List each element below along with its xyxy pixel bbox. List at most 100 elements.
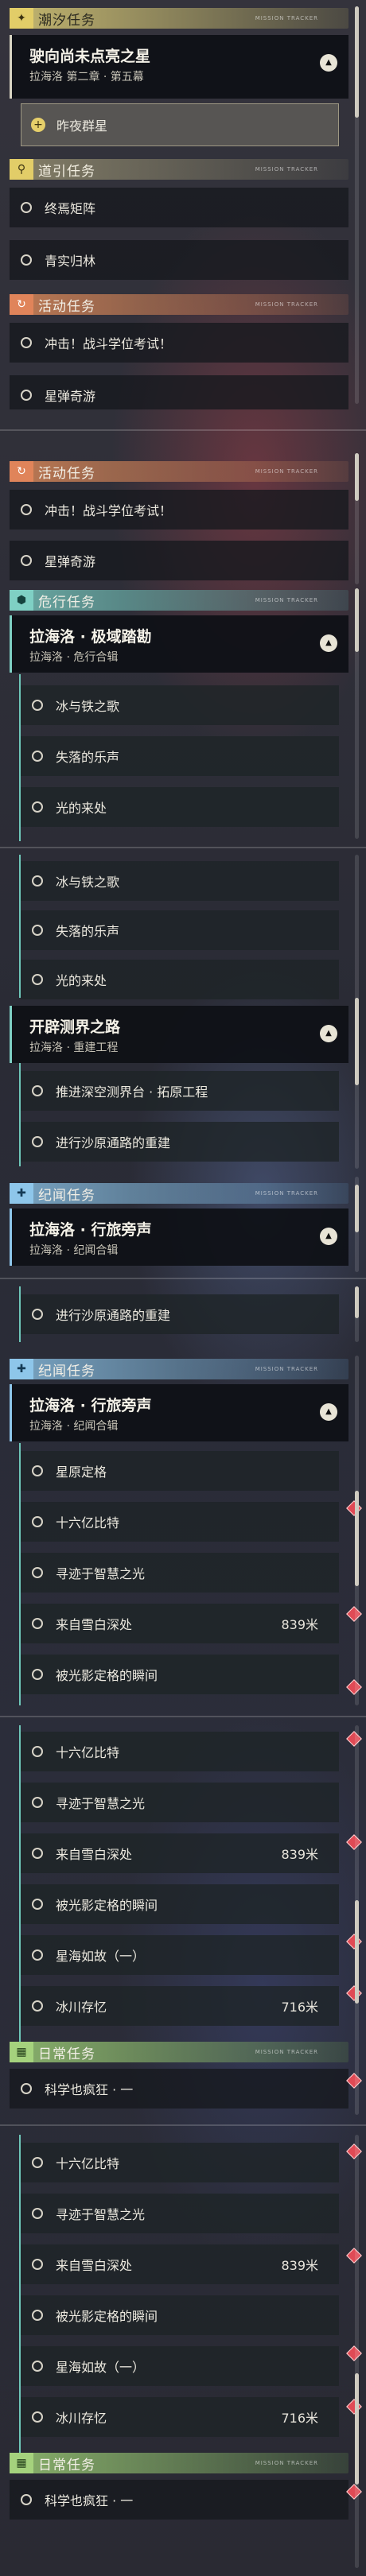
- list-item-kexue[interactable]: 科学也疯狂 · 一: [10, 2069, 348, 2109]
- list-item-shiliu[interactable]: 十六亿比特: [21, 1502, 339, 1542]
- list-item-bingtie[interactable]: 冰与铁之歌: [21, 685, 339, 725]
- card-kaipi[interactable]: 开辟测界之路 拉海洛 · 重建工程 ▲: [10, 1006, 348, 1063]
- list-item-qingshi[interactable]: 青实归林: [10, 240, 348, 280]
- header-daoyin[interactable]: ⚲ 道引任务 MISSION TRACKER: [10, 159, 348, 180]
- list-item-xunji[interactable]: 寻迹于智慧之光: [21, 1783, 339, 1822]
- list-item-xingdan[interactable]: 星弹奇游: [10, 541, 348, 580]
- chevron-up-icon[interactable]: ▲: [320, 1228, 337, 1245]
- scrollbar[interactable]: [355, 6, 359, 404]
- list-item-bingtie[interactable]: 冰与铁之歌: [21, 861, 339, 901]
- screen-3: ⬢ 危行任务 MISSION TRACKER 拉海洛 · 极域踏勘 拉海洛 · …: [0, 588, 366, 843]
- scrollbar-thumb[interactable]: [355, 588, 359, 652]
- scrollbar-thumb[interactable]: [355, 998, 359, 1085]
- list-item-laizi[interactable]: 来自雪白深处 839米: [21, 2244, 339, 2284]
- scrollbar[interactable]: [355, 1356, 359, 1705]
- chevron-up-icon[interactable]: ▲: [320, 54, 337, 72]
- list-item-chongji[interactable]: 冲击！战斗学位考试！: [10, 323, 348, 363]
- list-item-beiguang[interactable]: 被光影定格的瞬间: [21, 1655, 339, 1694]
- scrollbar[interactable]: [355, 2135, 359, 2568]
- card-lunar-mission[interactable]: 驶向尚未点亮之星 拉海洛 第二章 · 第五幕 ▲: [10, 35, 348, 99]
- map-pin-icon: ⚲: [10, 159, 33, 180]
- circle-icon: [32, 875, 43, 886]
- divider: [0, 429, 366, 431]
- scrollbar-thumb[interactable]: [355, 1491, 359, 1586]
- list-item-xinghai[interactable]: 星海如故（一）: [21, 2346, 339, 2386]
- waypoint-marker-icon: [346, 1606, 362, 1622]
- circle-icon: [21, 390, 32, 401]
- list-item-beiguang[interactable]: 被光影定格的瞬间: [21, 1884, 339, 1924]
- circle-icon: [32, 1797, 43, 1808]
- list-item-guang[interactable]: 光的来处: [21, 787, 339, 827]
- list-item-xinghai[interactable]: 星海如故（一）: [21, 1935, 339, 1975]
- circle-icon: [21, 555, 32, 566]
- scrollbar-thumb[interactable]: [355, 453, 359, 501]
- list-item-laizi[interactable]: 来自雪白深处 839米: [21, 1833, 339, 1873]
- list-item-zuoye[interactable]: + 昨夜群星: [21, 103, 339, 146]
- list-item-beiguang[interactable]: 被光影定格的瞬间: [21, 2295, 339, 2335]
- divider: [0, 2124, 366, 2126]
- scrollbar[interactable]: [355, 453, 359, 584]
- circle-icon: [32, 1618, 43, 1629]
- header-huodong[interactable]: ↻ 活动任务 MISSION TRACKER: [10, 461, 348, 482]
- waypoint-marker-icon: [346, 2248, 362, 2264]
- divider: [0, 1716, 366, 1717]
- list-item-binghe[interactable]: 冰川存忆 716米: [21, 2397, 339, 2437]
- circle-icon: [32, 801, 43, 813]
- header-richang[interactable]: ▦ 日常任务 MISSION TRACKER: [10, 2042, 348, 2062]
- list-item-binghe[interactable]: 冰川存忆 716米: [21, 1986, 339, 2026]
- circle-icon: [21, 2494, 32, 2505]
- waypoint-marker-icon: [346, 1934, 362, 1949]
- circle-icon: [32, 1516, 43, 1527]
- card-xinglv[interactable]: 拉海洛 · 行旅旁声 拉海洛 · 纪闻合辑 ▲: [10, 1208, 348, 1266]
- scrollbar-thumb[interactable]: [355, 2373, 359, 2485]
- scrollbar[interactable]: [355, 1725, 359, 2115]
- list-item-jinxing[interactable]: 进行沙原通路的重建: [21, 1122, 339, 1162]
- header-huodong[interactable]: ↻ 活动任务 MISSION TRACKER: [10, 294, 348, 315]
- scrollbar[interactable]: [355, 588, 359, 839]
- circle-icon: [32, 1848, 43, 1859]
- list-item-shiluo[interactable]: 失落的乐声: [21, 736, 339, 776]
- list-item-zhongyan[interactable]: 终焉矩阵: [10, 188, 348, 227]
- scrollbar-thumb[interactable]: [355, 1185, 359, 1232]
- scrollbar[interactable]: [355, 855, 359, 1169]
- chevron-up-icon[interactable]: ▲: [320, 634, 337, 652]
- header-jiwen[interactable]: ✚ 纪闻任务 MISSION TRACKER: [10, 1183, 348, 1204]
- list-item-xingyuan[interactable]: 星原定格: [21, 1451, 339, 1491]
- refresh-icon: ↻: [10, 294, 33, 315]
- refresh-icon: ↻: [10, 461, 33, 482]
- list-item-laizi[interactable]: 来自雪白深处 839米: [21, 1604, 339, 1643]
- divider: [0, 1278, 366, 1279]
- circle-icon: [32, 2259, 43, 2270]
- circle-icon: [21, 504, 32, 515]
- scrollbar-thumb[interactable]: [355, 1286, 359, 1318]
- waypoint-marker-icon: [346, 2484, 362, 2500]
- list-item-xingdan[interactable]: 星弹奇游: [10, 375, 348, 409]
- card-extreme-survey[interactable]: 拉海洛 · 极域踏勘 拉海洛 · 危行合辑 ▲: [10, 615, 348, 673]
- card-xinglv[interactable]: 拉海洛 · 行旅旁声 拉海洛 · 纪闻合辑 ▲: [10, 1384, 348, 1441]
- list-item-kexue[interactable]: 科学也疯狂 · 一: [10, 2480, 348, 2520]
- list-item-shiluo[interactable]: 失落的乐声: [21, 910, 339, 950]
- circle-icon: [21, 337, 32, 348]
- circle-icon: [32, 974, 43, 985]
- list-item-xunji[interactable]: 寻迹于智慧之光: [21, 1553, 339, 1593]
- list-item-guang[interactable]: 光的来处: [21, 960, 339, 999]
- scrollbar-thumb[interactable]: [355, 6, 359, 118]
- chevron-up-icon[interactable]: ▲: [320, 1403, 337, 1421]
- list-item-tuijin[interactable]: 推进深空测界台 · 拓原工程: [21, 1071, 339, 1111]
- header-richang[interactable]: ▦ 日常任务 MISSION TRACKER: [10, 2453, 348, 2473]
- list-item-jinxing[interactable]: 进行沙原通路的重建: [21, 1294, 339, 1334]
- header-jiwen[interactable]: ✚ 纪闻任务 MISSION TRACKER: [10, 1359, 348, 1379]
- scrollbar-thumb[interactable]: [355, 1900, 359, 2004]
- list-item-chongji[interactable]: 冲击！战斗学位考试！: [10, 490, 348, 530]
- scrollbar[interactable]: [355, 1177, 359, 1272]
- list-item-xunji[interactable]: 寻迹于智慧之光: [21, 2194, 339, 2233]
- circle-icon: [32, 1949, 43, 1961]
- header-weixing[interactable]: ⬢ 危行任务 MISSION TRACKER: [10, 590, 348, 611]
- plus-icon: ✚: [10, 1359, 33, 1379]
- list-item-shiliu[interactable]: 十六亿比特: [21, 2143, 339, 2182]
- header-chaoxi[interactable]: ✦ 潮汐任务 MISSION TRACKER: [10, 8, 348, 29]
- list-item-shiliu[interactable]: 十六亿比特: [21, 1732, 339, 1771]
- scrollbar[interactable]: [355, 1286, 359, 1342]
- chevron-up-icon[interactable]: ▲: [320, 1025, 337, 1042]
- circle-icon: [32, 2208, 43, 2219]
